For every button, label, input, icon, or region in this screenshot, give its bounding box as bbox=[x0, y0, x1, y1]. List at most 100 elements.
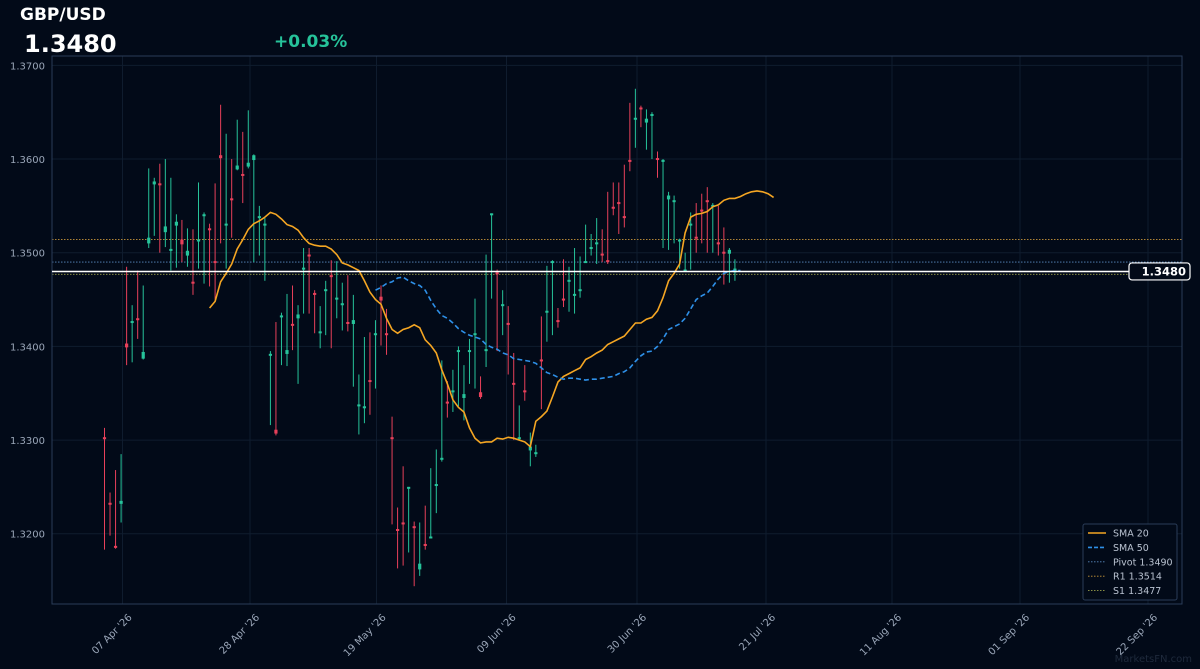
candle bbox=[528, 432, 532, 467]
candle bbox=[335, 261, 339, 319]
candle bbox=[351, 294, 355, 387]
candle-body bbox=[418, 563, 422, 570]
candle bbox=[252, 154, 256, 263]
candle-body bbox=[716, 242, 720, 245]
candle-body bbox=[180, 239, 184, 245]
candle-body bbox=[279, 315, 284, 318]
candle bbox=[495, 269, 499, 352]
candle-body bbox=[252, 155, 256, 161]
candle bbox=[241, 131, 245, 204]
candle-body bbox=[235, 165, 239, 170]
level-lines bbox=[52, 239, 1182, 275]
candle bbox=[467, 338, 472, 384]
candle bbox=[257, 205, 261, 256]
candle-body bbox=[119, 500, 123, 504]
candle-body bbox=[655, 158, 660, 161]
candle bbox=[584, 224, 588, 264]
candle-body bbox=[584, 261, 588, 264]
candle-body bbox=[324, 289, 328, 292]
candle bbox=[490, 213, 494, 299]
candle bbox=[290, 285, 295, 351]
candle bbox=[196, 182, 201, 269]
candle-body bbox=[445, 401, 449, 404]
candle bbox=[700, 193, 704, 244]
candle bbox=[572, 248, 577, 314]
candle-body bbox=[567, 279, 571, 282]
candle-body bbox=[268, 353, 272, 356]
candle bbox=[224, 133, 228, 269]
candle bbox=[318, 306, 322, 349]
candle bbox=[301, 248, 306, 314]
candle bbox=[545, 265, 549, 342]
candle-body bbox=[462, 394, 466, 398]
candle-body bbox=[296, 314, 300, 319]
y-tick-label: 1.3500 bbox=[10, 249, 45, 260]
candle bbox=[478, 376, 483, 399]
candle-body bbox=[313, 292, 317, 295]
candle-body bbox=[207, 228, 212, 231]
candle bbox=[561, 259, 566, 308]
candle-body bbox=[678, 239, 682, 242]
candle-body bbox=[622, 216, 626, 219]
candle-body bbox=[611, 206, 615, 209]
candle bbox=[711, 203, 715, 253]
candle bbox=[628, 102, 632, 172]
candle-body bbox=[722, 251, 726, 254]
candle bbox=[539, 316, 543, 410]
candle-body bbox=[169, 248, 173, 251]
candle-body bbox=[550, 261, 555, 264]
candle-body bbox=[379, 296, 383, 301]
candle bbox=[622, 164, 626, 228]
candle bbox=[451, 369, 455, 412]
candle bbox=[600, 229, 604, 263]
candle-body bbox=[644, 118, 649, 123]
candle-body bbox=[534, 452, 538, 455]
candle-body bbox=[191, 281, 195, 284]
candle bbox=[440, 360, 444, 462]
legend-entry: SMA 20 bbox=[1113, 529, 1149, 540]
candle-body bbox=[368, 380, 372, 383]
candle bbox=[423, 505, 427, 550]
candle-body bbox=[152, 181, 156, 185]
x-tick-label: 09 Jun '26 bbox=[475, 612, 518, 655]
candle-body bbox=[185, 250, 190, 256]
candle-body bbox=[600, 253, 604, 256]
candle-body bbox=[335, 297, 339, 300]
candle bbox=[401, 466, 405, 566]
candle bbox=[661, 159, 665, 249]
candle bbox=[108, 492, 112, 536]
candle-body bbox=[285, 350, 289, 354]
candle bbox=[180, 219, 184, 263]
candle bbox=[141, 285, 145, 360]
candle-body bbox=[639, 107, 643, 110]
candle-body bbox=[633, 117, 637, 120]
candle bbox=[235, 119, 239, 171]
candle bbox=[672, 195, 676, 244]
candle bbox=[152, 177, 156, 236]
candle-body bbox=[666, 195, 671, 200]
candle-body bbox=[395, 528, 400, 531]
candle bbox=[456, 346, 461, 407]
candle-body bbox=[163, 226, 167, 233]
candle-body bbox=[694, 236, 698, 239]
candle bbox=[324, 280, 328, 336]
candle-body bbox=[390, 437, 394, 440]
candle bbox=[523, 365, 527, 401]
candle bbox=[722, 227, 726, 285]
candle bbox=[163, 159, 167, 248]
candle-body bbox=[412, 526, 416, 529]
candle bbox=[113, 470, 118, 549]
grid bbox=[52, 56, 1182, 604]
y-tick-label: 1.3700 bbox=[10, 61, 45, 72]
last-price-label: 1.3480 bbox=[1142, 264, 1186, 278]
candle bbox=[578, 256, 582, 298]
candle-body bbox=[440, 457, 444, 460]
candle bbox=[501, 290, 505, 336]
candle-body bbox=[174, 221, 178, 226]
candle-body bbox=[429, 536, 433, 539]
x-tick-label: 22 Sep '26 bbox=[1115, 612, 1161, 658]
x-tick-label: 11 Aug '26 bbox=[858, 612, 904, 658]
candle-body bbox=[241, 173, 245, 176]
candle bbox=[169, 177, 173, 271]
candlestick-chart: 1.3200 1.3300 1.3400 1.3500 1.3600 1.3700 07 A… bbox=[10, 55, 1191, 659]
